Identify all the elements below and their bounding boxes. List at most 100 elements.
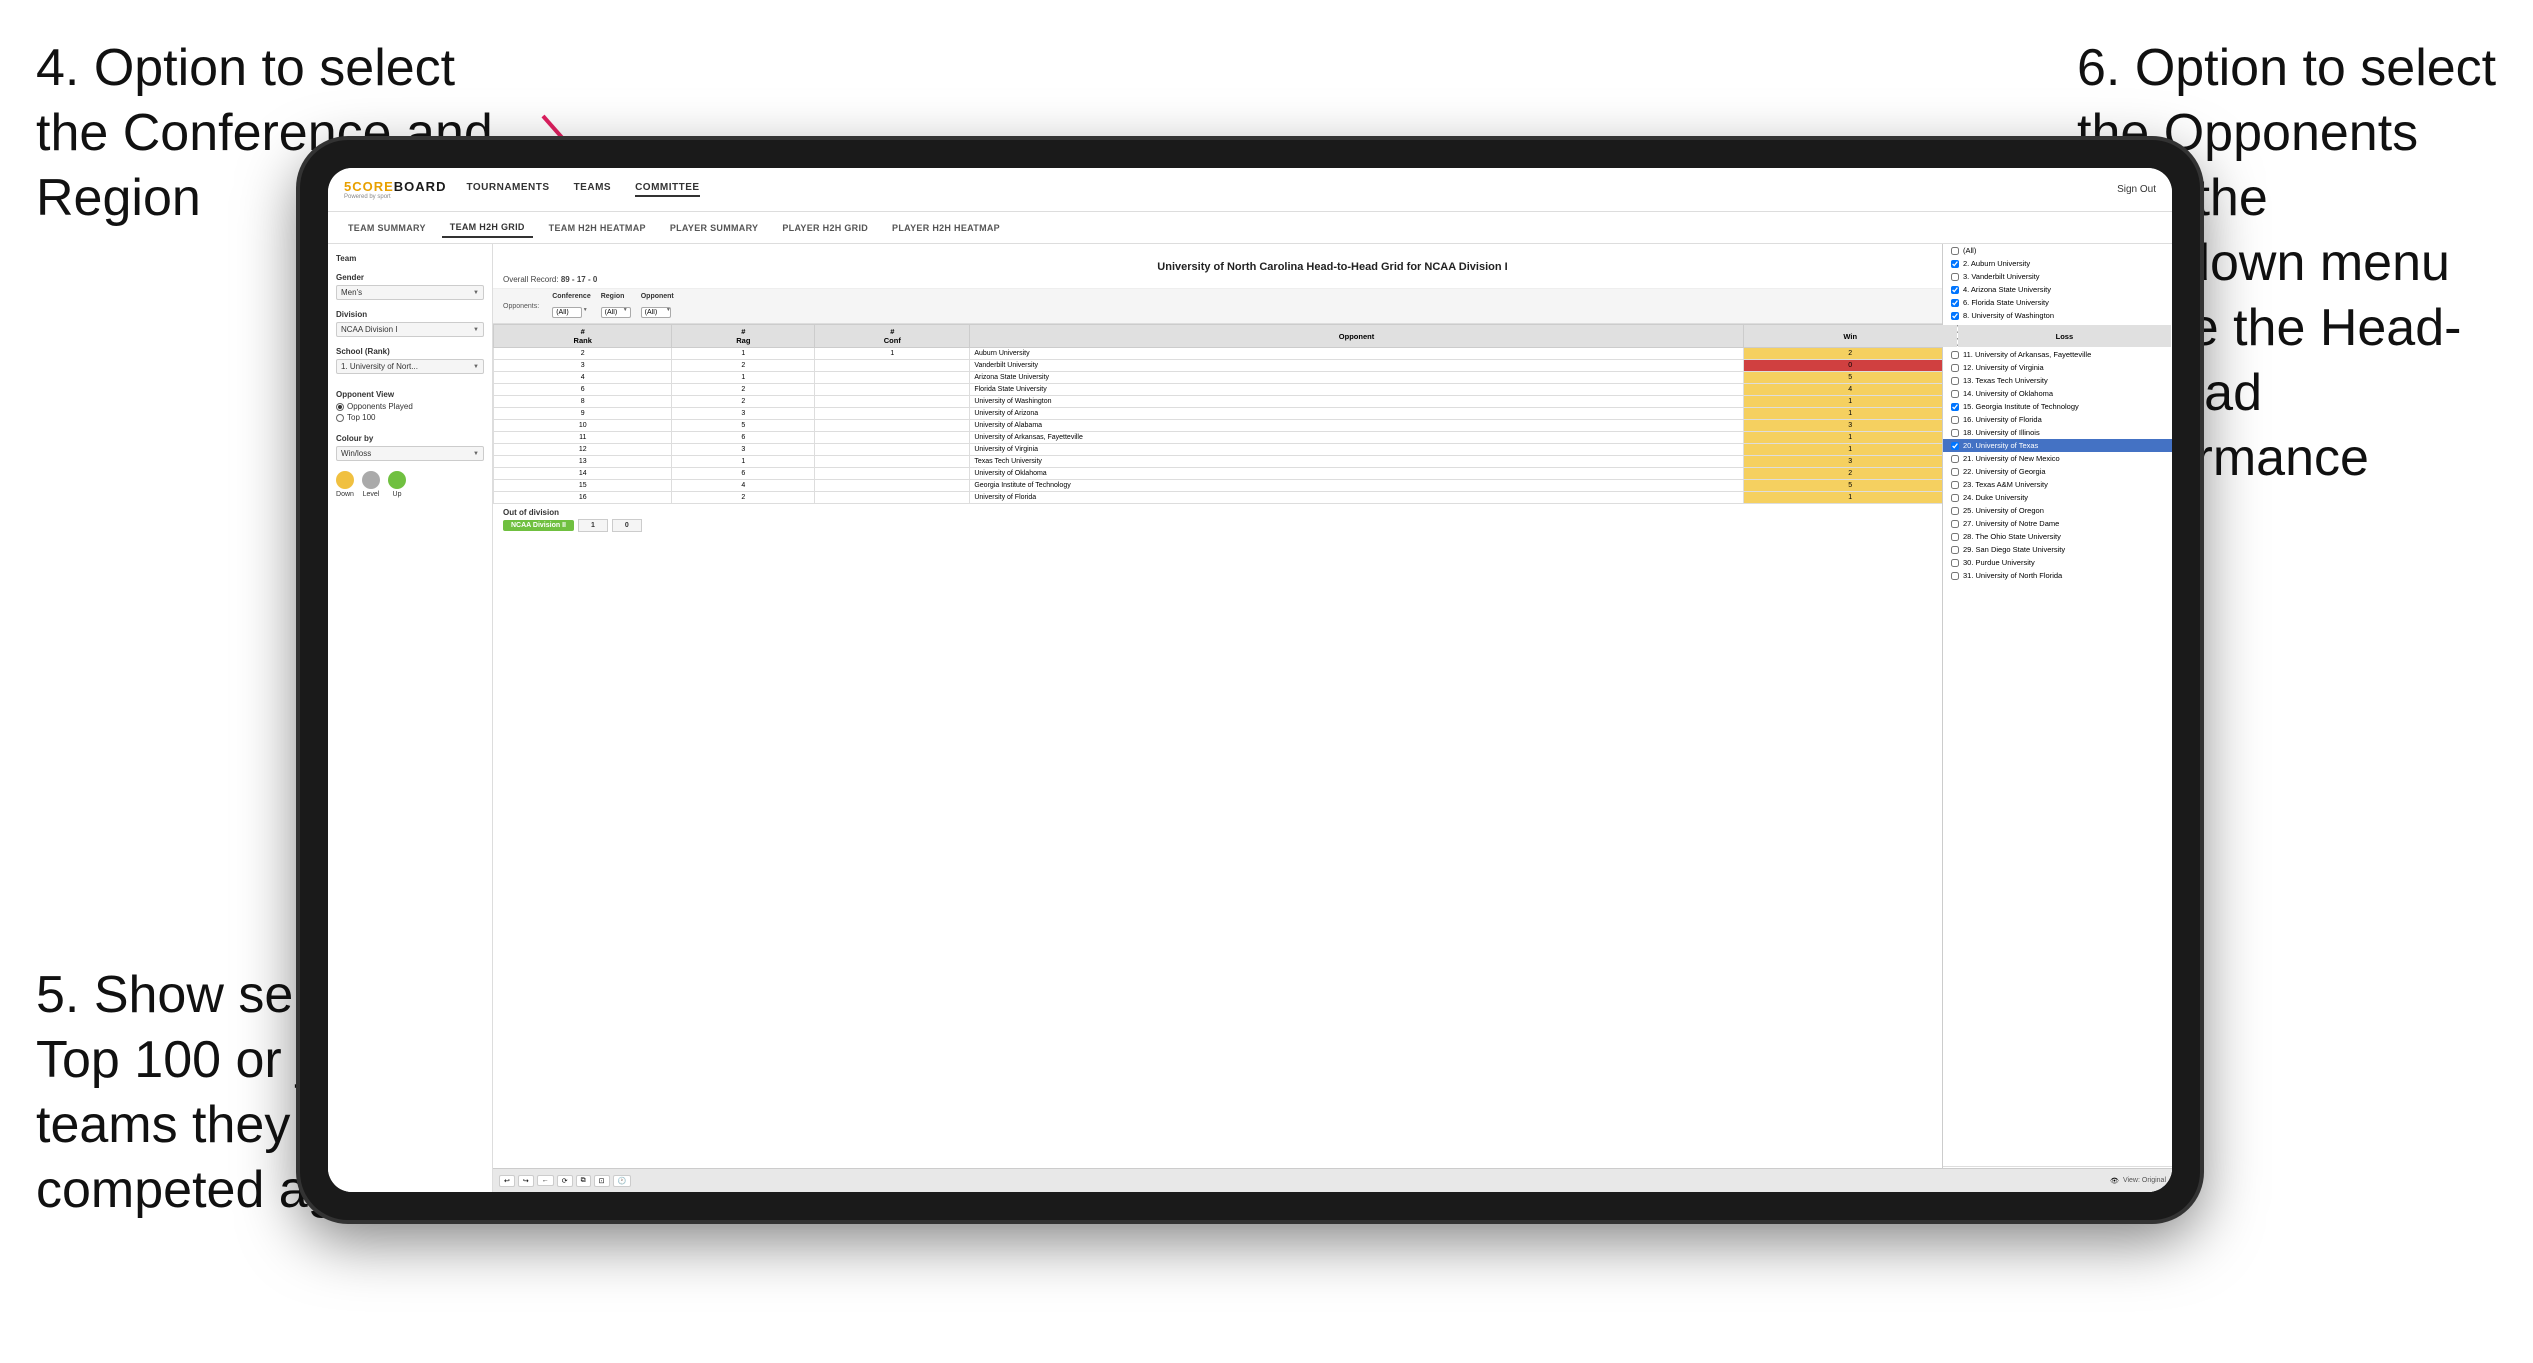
sidebar-school-select[interactable]: 1. University of Nort... [336, 359, 484, 374]
dropdown-item[interactable]: 23. Texas A&M University [1943, 478, 2172, 491]
dropdown-checkbox[interactable] [1951, 390, 1959, 398]
sidebar-division-select[interactable]: NCAA Division I [336, 322, 484, 337]
cell-rank: 14 [494, 468, 672, 480]
cell-rag: 1 [672, 372, 815, 384]
legend-down: Down [336, 471, 354, 498]
cell-rag: 2 [672, 360, 815, 372]
cell-opponent: Arizona State University [970, 372, 1743, 384]
table-row[interactable]: 12 3 University of Virginia 1 0 [494, 444, 2172, 456]
dropdown-item[interactable]: 21. University of New Mexico [1943, 452, 2172, 465]
table-row[interactable]: 4 1 Arizona State University 5 1 [494, 372, 2172, 384]
cell-win: 5 [1743, 480, 1957, 492]
region-select[interactable]: (All) [601, 307, 631, 318]
legend-circle-level [362, 471, 380, 489]
out-of-division-label: Out of division [503, 508, 559, 517]
nav-signout[interactable]: Sign Out [2117, 184, 2156, 195]
sidebar-colour-select[interactable]: Win/loss [336, 446, 484, 461]
cell-win: 4 [1743, 384, 1957, 396]
tab-team-summary[interactable]: TEAM SUMMARY [340, 219, 434, 237]
table-row[interactable]: 15 4 Georgia Institute of Technology 5 1 [494, 480, 2172, 492]
cell-opponent: Florida State University [970, 384, 1743, 396]
top-nav: 5COREBOARD Powered by sport TOURNAMENTS … [328, 168, 2172, 212]
dropdown-item[interactable]: 22. University of Georgia [1943, 465, 2172, 478]
dropdown-item[interactable]: 31. University of North Florida [1943, 569, 2172, 582]
table-row[interactable]: 16 2 University of Florida 1 1 [494, 492, 2172, 504]
cell-rank: 12 [494, 444, 672, 456]
dropdown-checkbox[interactable] [1951, 364, 1959, 372]
dropdown-checkbox[interactable] [1951, 416, 1959, 424]
dropdown-checkbox[interactable] [1951, 494, 1959, 502]
opponent-label: Opponent [641, 293, 674, 300]
dropdown-item[interactable]: 16. University of Florida [1943, 413, 2172, 426]
nav-teams[interactable]: TEAMS [574, 182, 612, 197]
nav-committee[interactable]: COMMITTEE [635, 182, 700, 197]
th-opponent: Opponent [970, 325, 1743, 348]
dropdown-item[interactable]: 29. San Diego State University [1943, 543, 2172, 556]
table-row[interactable]: 9 3 University of Arizona 1 0 [494, 408, 2172, 420]
tab-team-h2h-heatmap[interactable]: TEAM H2H HEATMAP [541, 219, 654, 237]
cell-conf [815, 420, 970, 432]
region-select-wrapper[interactable]: (All) [601, 301, 631, 319]
conference-select[interactable]: (All) [552, 307, 582, 318]
dropdown-checkbox[interactable] [1951, 442, 1959, 450]
cell-opponent: Georgia Institute of Technology [970, 480, 1743, 492]
dropdown-item[interactable]: 20. University of Texas [1943, 439, 2172, 452]
dropdown-item[interactable]: 27. University of Notre Dame [1943, 517, 2172, 530]
table-row[interactable]: 3 2 Vanderbilt University 0 4 [494, 360, 2172, 372]
cell-win: 0 [1743, 360, 1957, 372]
dropdown-item[interactable]: 18. University of Illinois [1943, 426, 2172, 439]
dropdown-checkbox[interactable] [1951, 455, 1959, 463]
logo: 5COREBOARD Powered by sport [344, 179, 446, 200]
dropdown-checkbox[interactable] [1951, 520, 1959, 528]
conference-select-wrapper[interactable]: (All) [552, 301, 591, 319]
dropdown-checkbox[interactable] [1951, 403, 1959, 411]
data-table-container[interactable]: #Rank #Rag #Conf Opponent Win Loss [493, 324, 2172, 504]
table-row[interactable]: 6 2 Florida State University 4 2 [494, 384, 2172, 396]
cell-conf [815, 480, 970, 492]
dropdown-item[interactable]: 15. Georgia Institute of Technology [1943, 400, 2172, 413]
cell-opponent: University of Arkansas, Fayetteville [970, 432, 1743, 444]
opponent-select-wrapper[interactable]: (All) [641, 301, 674, 319]
cell-win: 1 [1743, 432, 1957, 444]
dropdown-checkbox[interactable] [1951, 507, 1959, 515]
dropdown-checkbox[interactable] [1951, 572, 1959, 580]
tab-player-h2h-heatmap[interactable]: PLAYER H2H HEATMAP [884, 219, 1008, 237]
dropdown-item[interactable]: 30. Purdue University [1943, 556, 2172, 569]
cell-opponent: University of Arizona [970, 408, 1743, 420]
dropdown-checkbox[interactable] [1951, 429, 1959, 437]
dropdown-item[interactable]: 12. University of Virginia [1943, 361, 2172, 374]
table-row[interactable]: 14 6 University of Oklahoma 2 2 [494, 468, 2172, 480]
table-row[interactable]: 2 1 1 Auburn University 2 1 [494, 348, 2172, 360]
dropdown-item[interactable]: 28. The Ohio State University [1943, 530, 2172, 543]
table-row[interactable]: 8 2 University of Washington 1 0 [494, 396, 2172, 408]
radio-opponents-played[interactable]: Opponents Played [336, 402, 484, 411]
tab-player-summary[interactable]: PLAYER SUMMARY [662, 219, 767, 237]
sidebar-gender-select[interactable]: Men's [336, 285, 484, 300]
dropdown-checkbox[interactable] [1951, 481, 1959, 489]
dropdown-item[interactable]: 13. Texas Tech University [1943, 374, 2172, 387]
tab-team-h2h-grid[interactable]: TEAM H2H GRID [442, 218, 533, 238]
dropdown-list[interactable]: (All)2. Auburn University3. Vanderbilt U… [1943, 324, 2172, 1166]
dropdown-checkbox[interactable] [1951, 533, 1959, 541]
sidebar-school-section: School (Rank) 1. University of Nort... [336, 347, 484, 374]
dropdown-checkbox[interactable] [1951, 351, 1959, 359]
cell-conf [815, 492, 970, 504]
table-row[interactable]: 11 6 University of Arkansas, Fayettevill… [494, 432, 2172, 444]
tab-player-h2h-grid[interactable]: PLAYER H2H GRID [774, 219, 876, 237]
dropdown-checkbox[interactable] [1951, 377, 1959, 385]
dropdown-item[interactable]: 25. University of Oregon [1943, 504, 2172, 517]
table-row[interactable]: 10 5 University of Alabama 3 0 [494, 420, 2172, 432]
dropdown-item[interactable]: 11. University of Arkansas, Fayetteville [1943, 348, 2172, 361]
dropdown-checkbox[interactable] [1951, 546, 1959, 554]
radio-top100[interactable]: Top 100 [336, 413, 484, 422]
nav-tournaments[interactable]: TOURNAMENTS [466, 182, 549, 197]
division-name: NCAA Division II [503, 520, 574, 531]
dropdown-checkbox[interactable] [1951, 559, 1959, 567]
sidebar-division-label: Division [336, 310, 484, 319]
table-row[interactable]: 13 1 Texas Tech University 3 0 [494, 456, 2172, 468]
opponent-select[interactable]: (All) [641, 307, 671, 318]
dropdown-item[interactable]: 14. University of Oklahoma [1943, 387, 2172, 400]
dropdown-checkbox[interactable] [1951, 468, 1959, 476]
dropdown-item-label: 11. University of Arkansas, Fayetteville [1963, 350, 2091, 359]
dropdown-item[interactable]: 24. Duke University [1943, 491, 2172, 504]
